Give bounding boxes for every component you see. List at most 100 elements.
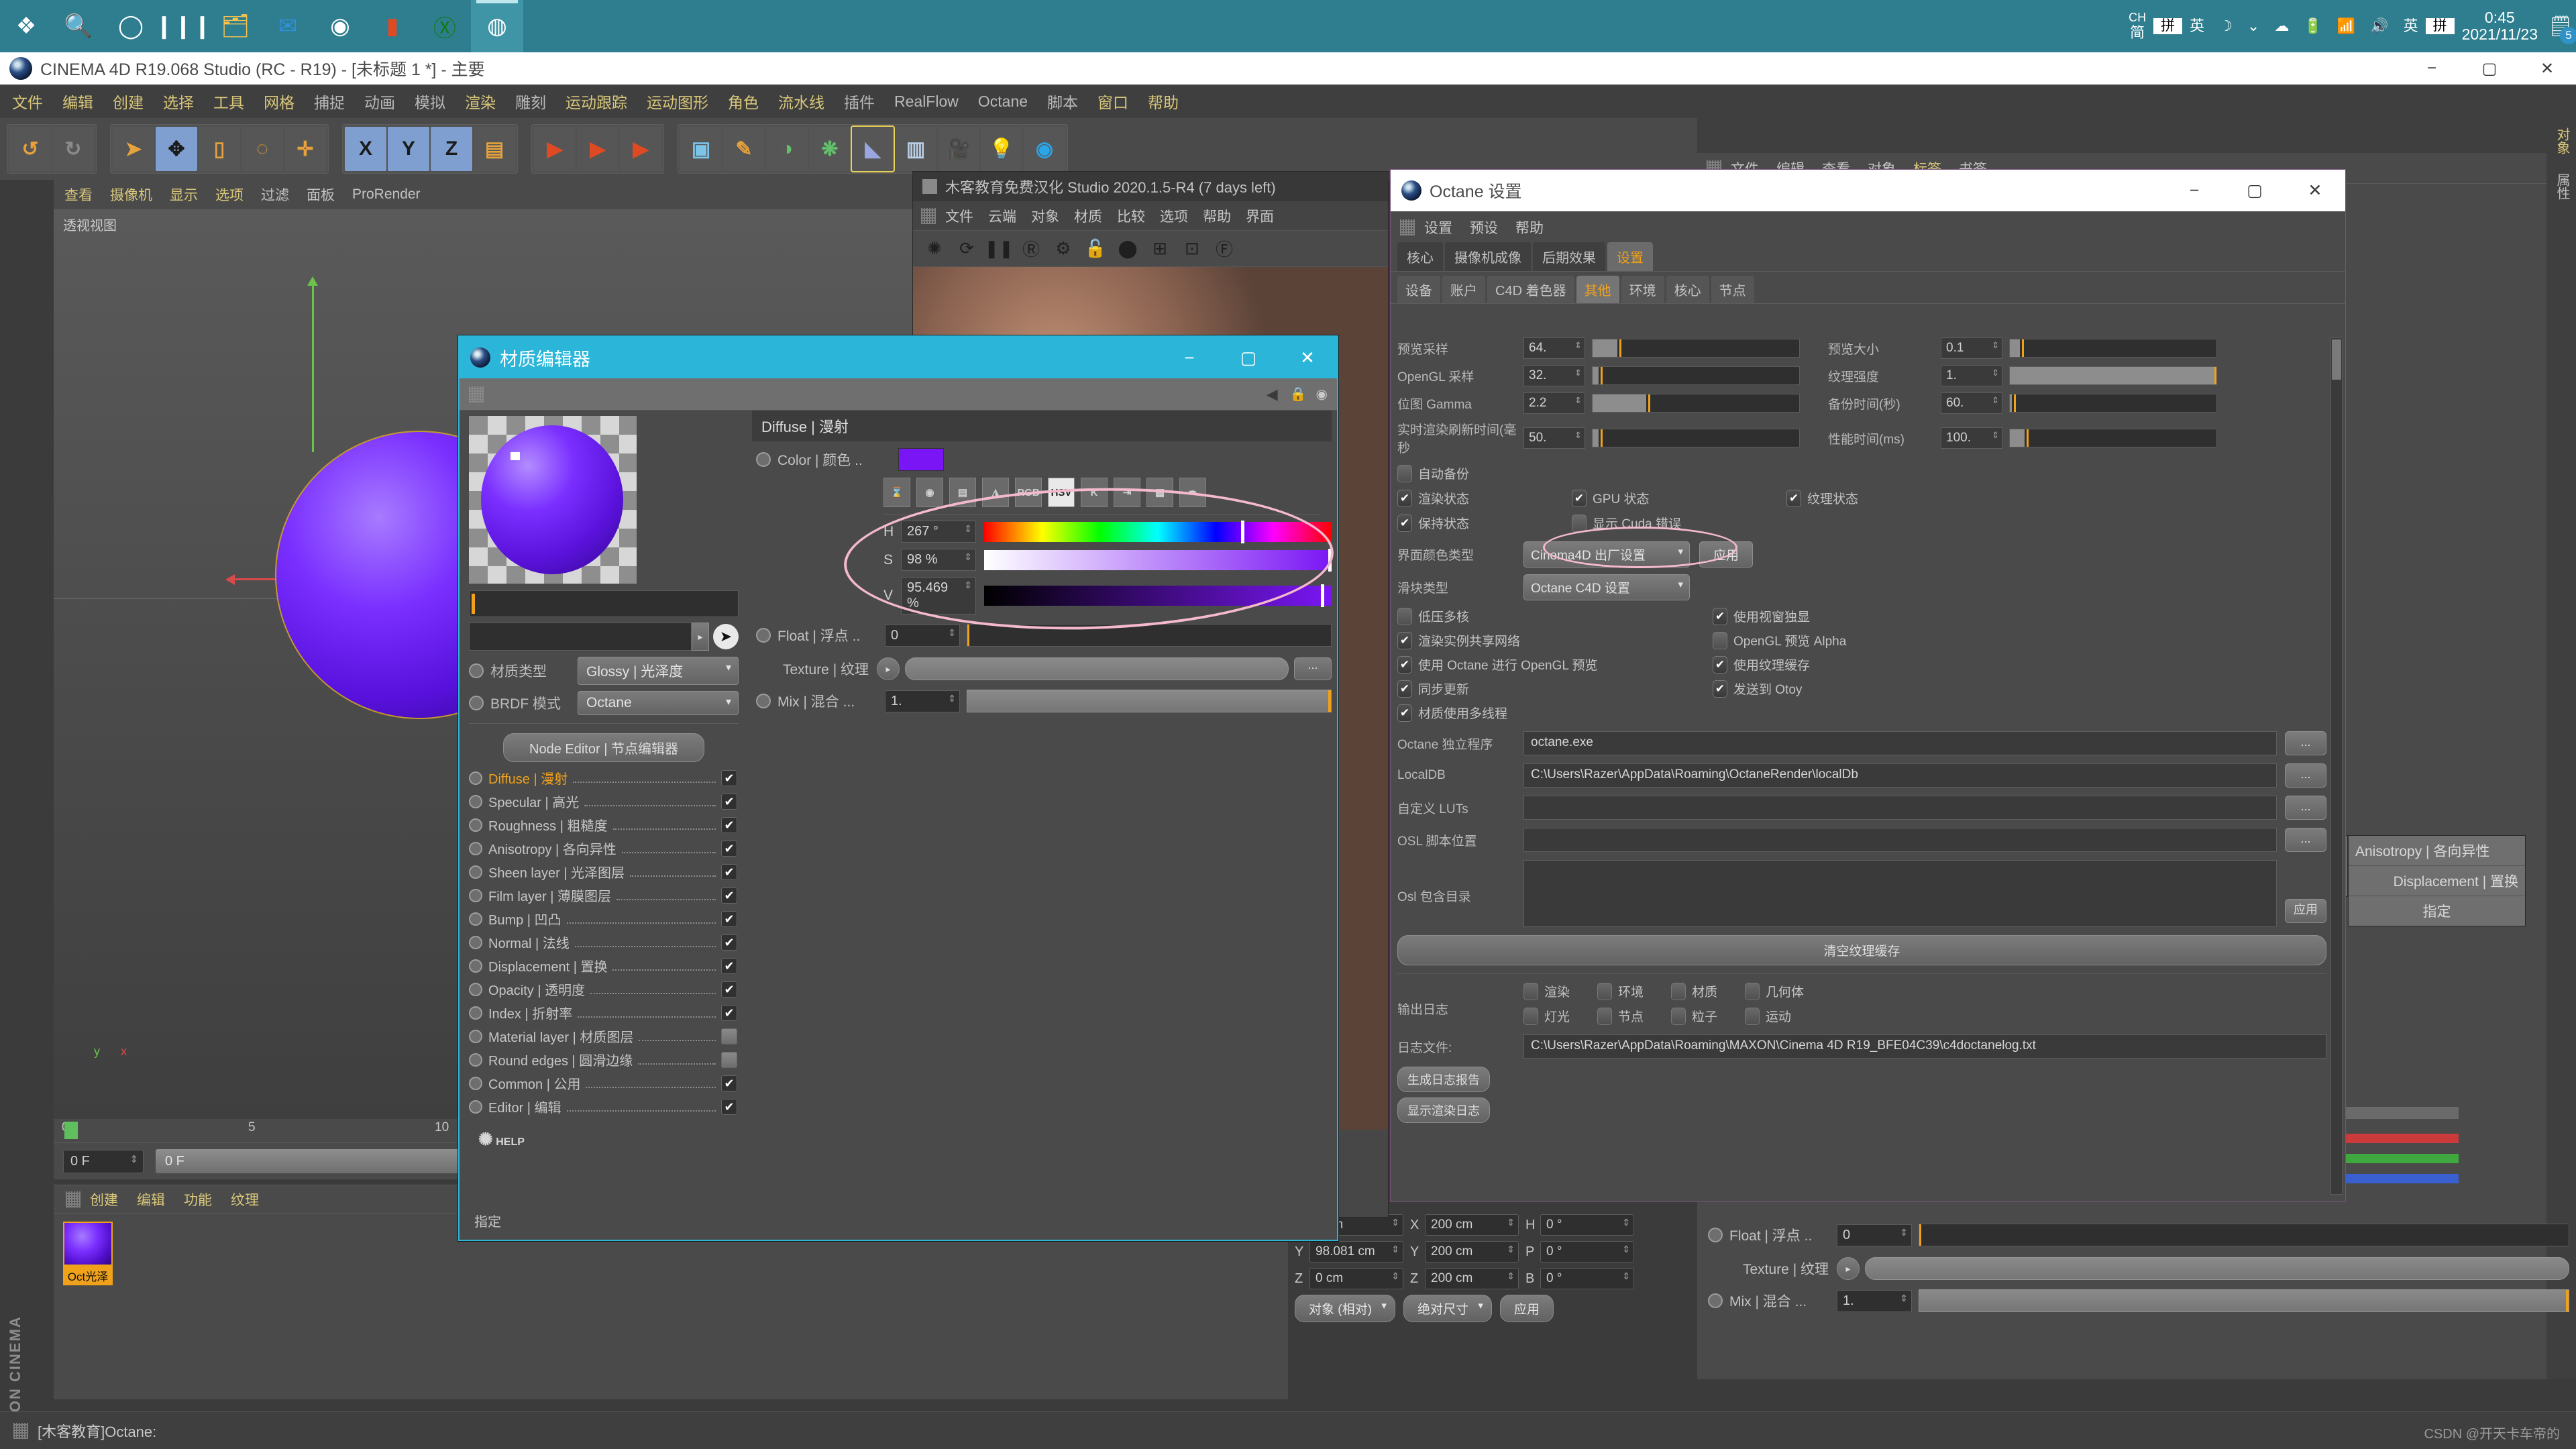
attr-float-input[interactable]: 0: [1837, 1224, 1912, 1246]
coord-size-input[interactable]: 200 cm: [1425, 1268, 1519, 1289]
generate-log-report-button[interactable]: 生成日志报告: [1397, 1067, 1490, 1092]
checkbox[interactable]: ✔: [1713, 608, 1727, 625]
path-browse-button[interactable]: ...: [2285, 763, 2326, 788]
octane-live-menu-0[interactable]: 文件: [945, 206, 973, 226]
hsv-slider[interactable]: [984, 550, 1332, 570]
attr-texture-field[interactable]: [1865, 1257, 2569, 1280]
chrome-icon[interactable]: ◉: [314, 0, 366, 52]
current-frame-field[interactable]: 0 F: [63, 1150, 144, 1173]
channel-radio[interactable]: [469, 818, 482, 832]
setting-slider[interactable]: [1592, 366, 1800, 385]
diffuse-texture-expand-icon[interactable]: ▸: [877, 657, 900, 680]
material-channel-row[interactable]: Anisotropy | 各向异性✔: [464, 837, 744, 860]
coord-pos-input[interactable]: 98.081 cm: [1309, 1241, 1403, 1263]
c4d-menu-item-11[interactable]: 运动跟踪: [566, 90, 627, 113]
viewport-menu-item-5[interactable]: 面板: [307, 184, 335, 205]
notification-icon[interactable]: 🗒 5: [2545, 11, 2576, 42]
log-check-节点[interactable]: 节点: [1597, 1007, 1658, 1025]
me-pin-icon[interactable]: ◉: [1316, 386, 1328, 402]
c4d-menu-item-5[interactable]: 网格: [264, 90, 294, 113]
setting-input-2[interactable]: 100.: [1941, 427, 2002, 449]
c4d-menu-item-16[interactable]: RealFlow: [894, 93, 959, 111]
setting-slider-2[interactable]: [2009, 394, 2217, 413]
channel-radio[interactable]: [469, 936, 482, 949]
octane-feature-材质使用多线程[interactable]: ✔材质使用多线程: [1397, 704, 1699, 722]
color-mode-hourglass-icon[interactable]: ⌛: [883, 478, 910, 507]
channel-checkbox[interactable]: ✔: [721, 794, 737, 810]
c4d-menu-item-4[interactable]: 工具: [213, 90, 244, 113]
octane-feature-OpenGL 预览 Alpha[interactable]: OpenGL 预览 Alpha: [1713, 631, 2015, 649]
node-editor-button[interactable]: Node Editor | 节点编辑器: [503, 733, 704, 762]
os-menu-help[interactable]: 帮助: [1515, 217, 1544, 237]
color-mode-gradient-icon[interactable]: ▤: [949, 478, 976, 507]
axis-y-icon[interactable]: Y: [388, 127, 429, 171]
chevron-up-icon[interactable]: ⌄: [2240, 18, 2267, 34]
coord-size-input[interactable]: 200 cm: [1425, 1241, 1519, 1263]
material-thumbnail[interactable]: [63, 1222, 113, 1266]
log-check-运动[interactable]: 运动: [1745, 1007, 1805, 1025]
checkbox[interactable]: [1745, 983, 1760, 1000]
diffuse-mix-input[interactable]: 1.: [885, 690, 960, 712]
sphere-icon[interactable]: ⬤: [1112, 234, 1144, 264]
render-settings-icon[interactable]: ▶: [620, 127, 661, 171]
coord-rot-input[interactable]: 0 °: [1540, 1214, 1634, 1236]
setting-slider-2[interactable]: [2009, 339, 2217, 358]
octane-check-渲染状态[interactable]: ✔渲染状态: [1397, 489, 1558, 507]
log-check-渲染[interactable]: 渲染: [1523, 982, 1584, 1000]
octane-feature-低压多核[interactable]: 低压多核: [1397, 607, 1699, 625]
material-channel-row[interactable]: Bump | 凹凸✔: [464, 907, 744, 930]
wifi-icon[interactable]: 📶: [2330, 18, 2363, 34]
material-channel-row[interactable]: Film layer | 薄膜图层✔: [464, 883, 744, 907]
pause-icon[interactable]: ❚❚: [983, 234, 1015, 264]
checkbox[interactable]: [1597, 1008, 1612, 1025]
me-maximize-button[interactable]: ▢: [1219, 337, 1278, 378]
c4d-menu-item-14[interactable]: 流水线: [778, 90, 824, 113]
setting-input-2[interactable]: 60.: [1941, 392, 2002, 414]
octane-live-menu-3[interactable]: 材质: [1074, 206, 1102, 226]
octane-subtab-其他[interactable]: 其他: [1576, 276, 1619, 303]
cube-icon[interactable]: ▣: [680, 127, 722, 171]
octane-feature-同步更新[interactable]: ✔同步更新: [1397, 680, 1699, 698]
clear-texture-cache-button[interactable]: 清空纹理缓存: [1397, 935, 2326, 965]
checkbox[interactable]: ✔: [1397, 680, 1412, 698]
spline-pen-icon[interactable]: ✎: [723, 127, 765, 171]
octane-live-menu-2[interactable]: 对象: [1031, 206, 1059, 226]
checkbox[interactable]: ✔: [1397, 490, 1412, 507]
attr-float-radio[interactable]: [1708, 1228, 1723, 1242]
fan-icon[interactable]: ✺: [918, 234, 951, 264]
light-icon[interactable]: 💡: [981, 127, 1022, 171]
material-channel-row[interactable]: Normal | 法线✔: [464, 930, 744, 954]
os-menubar-grip[interactable]: [1400, 219, 1415, 235]
octane-subtab-C4D 着色器[interactable]: C4D 着色器: [1487, 276, 1574, 303]
sidetab-objects[interactable]: 对象: [2546, 118, 2576, 164]
octane-check-GPU 状态[interactable]: ✔GPU 状态: [1572, 489, 1773, 507]
octane-subtab-节点[interactable]: 节点: [1711, 276, 1754, 303]
coord-size-input[interactable]: 200 cm: [1425, 1214, 1519, 1236]
material-channel-row[interactable]: Round edges | 圆滑边缘: [464, 1048, 744, 1071]
checkbox[interactable]: ✔: [1397, 656, 1412, 674]
octane-subtab-环境[interactable]: 环境: [1621, 276, 1664, 303]
setting-input[interactable]: 50.: [1523, 427, 1585, 449]
diffuse-mix-slider[interactable]: [967, 690, 1332, 712]
channel-radio[interactable]: [469, 1077, 482, 1090]
setting-slider[interactable]: [1592, 394, 1800, 413]
setting-input[interactable]: 32.: [1523, 365, 1585, 386]
popup-item-anisotropy[interactable]: Anisotropy | 各向异性: [2349, 836, 2525, 866]
octane-live-menu-1[interactable]: 云端: [988, 206, 1016, 226]
color-mode-swatch-icon[interactable]: ▦: [1146, 478, 1173, 507]
diffuse-texture-field[interactable]: [905, 657, 1289, 680]
checkbox[interactable]: [1523, 1008, 1538, 1025]
octane-check-纹理状态[interactable]: ✔纹理状态: [1786, 489, 1988, 507]
select-tool-icon[interactable]: ➤: [113, 127, 154, 171]
focus-icon[interactable]: Ⓕ: [1208, 234, 1240, 264]
material-link-arrow-icon[interactable]: ▸: [692, 623, 709, 651]
diffuse-float-radio[interactable]: [756, 628, 771, 643]
cursor-icon[interactable]: ➤: [713, 624, 739, 649]
checkbox[interactable]: [1671, 983, 1686, 1000]
material-channel-row[interactable]: Roughness | 粗糙度✔: [464, 813, 744, 837]
viewport-menu-item-3[interactable]: 选项: [215, 184, 244, 205]
c4d-menu-item-19[interactable]: 窗口: [1097, 90, 1128, 113]
channel-radio[interactable]: [469, 983, 482, 996]
array-icon[interactable]: ❋: [809, 127, 851, 171]
channel-checkbox[interactable]: [721, 1052, 737, 1068]
